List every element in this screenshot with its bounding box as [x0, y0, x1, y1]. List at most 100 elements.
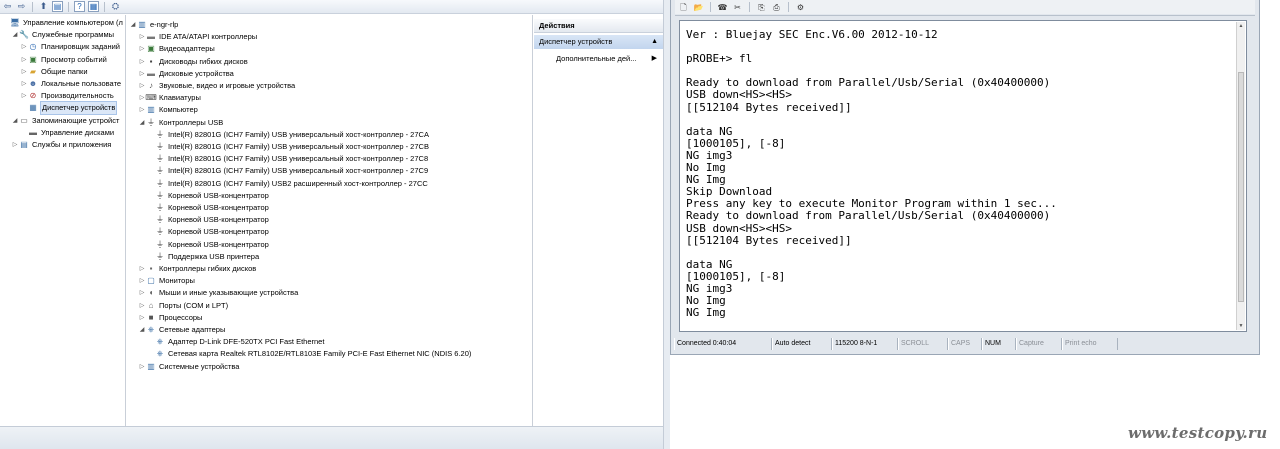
collapsed-arrow-icon[interactable]: ▷ — [138, 287, 146, 299]
usb-icon: ⏚ — [156, 190, 164, 200]
tree-item[interactable]: ⏚ Корневой USB-концентратор — [147, 226, 269, 238]
collapsed-arrow-icon[interactable]: ▷ — [20, 41, 28, 53]
collapsed-arrow-icon[interactable]: ▷ — [20, 78, 28, 90]
tree-item[interactable]: ▷ ⊘ Производительность — [20, 90, 114, 102]
actions-pane: Действия Диспетчер устройств ▲ Дополните… — [534, 15, 663, 426]
tree-item[interactable]: ◢ ▥ e-ngr-rlp — [129, 19, 179, 31]
tree-item[interactable]: ▷ ☻ Локальные пользовате — [20, 78, 121, 90]
toolbar-separator — [788, 2, 789, 12]
tree-item-label: Видеоадаптеры — [159, 44, 215, 54]
tree-item[interactable]: ⎈ Сетевая карта Realtek RTL8102E/RTL8103E… — [147, 348, 472, 360]
tree-item[interactable]: ▷ ⌂ Порты (COM и LPT) — [138, 300, 228, 312]
collapsed-arrow-icon[interactable]: ▷ — [20, 90, 28, 102]
more-actions-item[interactable]: Дополнительные дей... ▶ — [534, 52, 663, 66]
collapsed-arrow-icon[interactable]: ▷ — [20, 66, 28, 78]
disconnect-icon[interactable]: ✂ — [732, 2, 743, 13]
forward-arrow-icon[interactable]: ⇨ — [16, 1, 27, 12]
scroll-up-icon[interactable]: ▲ — [1237, 22, 1245, 30]
tree-item-label: Мыши и иные указывающие устройства — [159, 288, 299, 298]
tree-item[interactable]: ▷ ⌨ Клавиатуры — [138, 92, 201, 104]
tree-item[interactable]: ⏚ Intel(R) 82801G (ICH7 Family) USB униве… — [147, 165, 428, 177]
up-folder-icon[interactable]: ⬆ — [38, 1, 49, 12]
tree-item[interactable]: ▷ ■ Процессоры — [138, 312, 203, 324]
tree-item[interactable]: ▷ ♪ Звуковые, видео и игровые устройства — [138, 80, 295, 92]
tree-item[interactable]: ▷ ▪ Дисководы гибких дисков — [138, 56, 248, 68]
collapsed-arrow-icon[interactable]: ▷ — [138, 275, 146, 287]
storage-icon: ▭ — [20, 115, 28, 125]
tree-item[interactable]: ⏚ Корневой USB-концентратор — [147, 214, 269, 226]
tree-item[interactable]: 🖥 Управление компьютером (л — [2, 17, 123, 29]
cm-toolbar: ⇦ ⇨ ⬆ ▤ ? ▦ ⛭ — [0, 0, 670, 14]
expanded-arrow-icon[interactable]: ◢ — [11, 29, 19, 41]
show-hide-tree-icon[interactable]: ▤ — [52, 1, 63, 12]
collapsed-arrow-icon[interactable]: ▷ — [138, 43, 146, 55]
collapsed-arrow-icon[interactable]: ▷ — [138, 300, 146, 312]
tree-item[interactable]: ⏚ Intel(R) 82801G (ICH7 Family) USB униве… — [147, 129, 429, 141]
tree-item[interactable]: ⏚ Intel(R) 82801G (ICH7 Family) USB2 расш… — [147, 178, 428, 190]
terminal-scrollbar[interactable]: ▲ ▼ — [1236, 22, 1245, 330]
tree-item[interactable]: ▷ ▤ Службы и приложения — [11, 139, 112, 151]
terminal-screen[interactable]: Ver : Bluejay SEC Enc.V6.00 2012-10-12 pR… — [679, 20, 1247, 332]
tree-item-label: Диспетчер устройств — [39, 101, 118, 116]
tree-item[interactable]: ▷ ▰ Общие папки — [20, 66, 88, 78]
tree-item[interactable]: ⏚ Корневой USB-концентратор — [147, 190, 269, 202]
keyboard-icon: ⌨ — [145, 93, 157, 103]
tree-item[interactable]: ▷ ▪ Контроллеры гибких дисков — [138, 263, 257, 275]
collapsed-arrow-icon[interactable]: ▷ — [138, 31, 146, 43]
tree-item[interactable]: ▷ ▬ Дисковые устройства — [138, 68, 234, 80]
tree-item-label: Производительность — [41, 91, 114, 101]
collapsed-arrow-icon[interactable]: ▷ — [138, 104, 146, 116]
tree-item[interactable]: ◢ 🔧 Служебные программы — [11, 29, 114, 41]
collapsed-arrow-icon[interactable]: ▷ — [138, 263, 146, 275]
scan-hardware-icon[interactable]: ⛭ — [110, 1, 121, 12]
tree-item[interactable]: ◢ ▭ Запоминающие устройст — [11, 115, 120, 127]
tree-item[interactable]: ▷ ◷ Планировщик заданий — [20, 41, 120, 53]
help-icon[interactable]: ? — [74, 1, 85, 12]
computer-management-icon: 🖥 — [9, 18, 21, 27]
tree-item[interactable]: ⏚ Intel(R) 82801G (ICH7 Family) USB униве… — [147, 141, 429, 153]
tree-item[interactable]: ⏚ Поддержка USB принтера — [147, 251, 259, 263]
new-file-icon[interactable]: 🗋 — [678, 2, 689, 13]
collapsed-arrow-icon[interactable]: ▷ — [138, 312, 146, 324]
send-file-icon[interactable]: ⎘ — [756, 2, 767, 13]
expanded-arrow-icon[interactable]: ◢ — [129, 19, 137, 31]
tree-item[interactable]: ▦ Диспетчер устройств — [20, 101, 118, 116]
collapsed-arrow-icon[interactable]: ▷ — [138, 361, 146, 373]
expanded-arrow-icon[interactable]: ◢ — [138, 324, 146, 336]
open-folder-icon[interactable]: 📂 — [693, 2, 704, 13]
tree-item[interactable]: ▷ ▢ Мониторы — [138, 275, 195, 287]
tree-item[interactable]: ◢ ⏚ Контроллеры USB — [138, 117, 224, 129]
back-arrow-icon[interactable]: ⇦ — [2, 1, 13, 12]
collapsed-arrow-icon[interactable]: ▷ — [138, 56, 146, 68]
tree-item[interactable]: ▷ ▬ IDE ATA/ATAPI контроллеры — [138, 31, 257, 43]
tree-item[interactable]: ▬ Управление дисками — [20, 127, 114, 139]
tree-item[interactable]: ⏚ Intel(R) 82801G (ICH7 Family) USB униве… — [147, 153, 428, 165]
properties-icon[interactable]: ⚙ — [795, 2, 806, 13]
tree-item[interactable]: ▷ ▣ Видеоадаптеры — [138, 43, 215, 55]
tree-item-label: Корневой USB-концентратор — [168, 190, 269, 200]
status-cell: SCROLL — [898, 338, 948, 350]
tree-item-label: Общие папки — [41, 66, 88, 76]
tree-item[interactable]: ▷ ▣ Просмотр событий — [20, 54, 107, 66]
tree-item[interactable]: ▷ ◖ Мыши и иные указывающие устройства — [138, 287, 299, 299]
tree-item[interactable]: ⎈ Адаптер D-Link DFE-520TX PCI Fast Ether… — [147, 336, 325, 348]
expanded-arrow-icon[interactable]: ◢ — [138, 117, 146, 129]
collapsed-arrow-icon[interactable]: ▷ — [138, 68, 146, 80]
tree-item[interactable]: ▷ ▥ Компьютер — [138, 104, 198, 116]
collapse-up-icon[interactable]: ▲ — [651, 35, 658, 49]
tree-item[interactable]: ⏚ Корневой USB-концентратор — [147, 202, 269, 214]
connect-icon[interactable]: ☎ — [717, 2, 728, 13]
actions-section-device-manager[interactable]: Диспетчер устройств ▲ — [534, 35, 663, 49]
properties-icon[interactable]: ▦ — [88, 1, 99, 12]
expanded-arrow-icon[interactable]: ◢ — [11, 115, 19, 127]
collapsed-arrow-icon[interactable]: ▷ — [11, 139, 19, 151]
tree-item[interactable]: ◢ ⎈ Сетевые адаптеры — [138, 324, 226, 336]
receive-file-icon[interactable]: ⎙ — [771, 2, 782, 13]
scroll-down-icon[interactable]: ▼ — [1237, 322, 1245, 330]
collapsed-arrow-icon[interactable]: ▷ — [138, 80, 146, 92]
scrollbar-thumb[interactable] — [1238, 72, 1244, 302]
tree-item[interactable]: ▷ ▥ Системные устройства — [138, 361, 240, 373]
collapsed-arrow-icon[interactable]: ▷ — [20, 54, 28, 66]
tree-item[interactable]: ⏚ Корневой USB-концентратор — [147, 239, 269, 251]
terminal-line: [1000105], [-8] — [686, 269, 786, 283]
